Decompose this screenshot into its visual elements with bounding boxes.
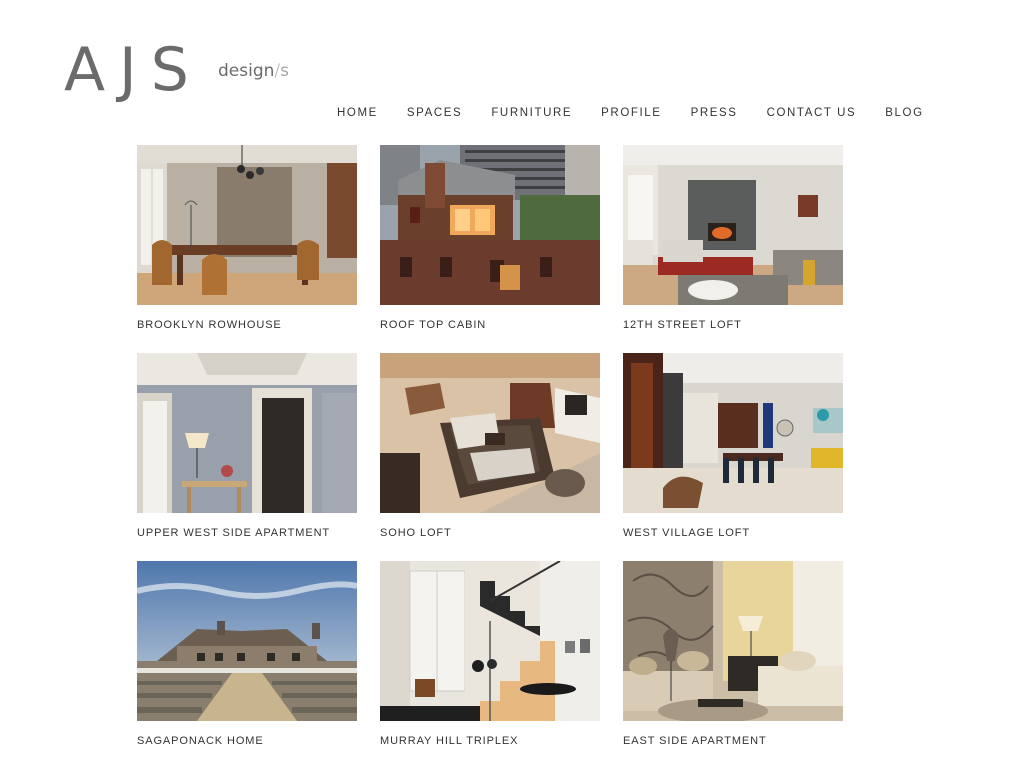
- project-tile[interactable]: EAST SIDE APARTMENT: [623, 561, 843, 747]
- project-title[interactable]: ROOF TOP CABIN: [380, 319, 600, 331]
- project-tile[interactable]: 12TH STREET LOFT: [623, 145, 843, 331]
- main-nav: HOME SPACES FURNITURE PROFILE PRESS CONT…: [337, 107, 953, 119]
- project-tile[interactable]: SAGAPONACK HOME: [137, 561, 357, 747]
- nav-profile[interactable]: PROFILE: [601, 107, 661, 119]
- project-image-murray-hill-triplex[interactable]: [380, 561, 600, 721]
- project-image-soho-loft[interactable]: [380, 353, 600, 513]
- project-tile[interactable]: MURRAY HILL TRIPLEX: [380, 561, 600, 747]
- nav-contact-us[interactable]: CONTACT US: [767, 107, 857, 119]
- project-image-west-village-loft[interactable]: [623, 353, 843, 513]
- project-title[interactable]: SOHO LOFT: [380, 527, 600, 539]
- nav-home[interactable]: HOME: [337, 107, 378, 119]
- project-title[interactable]: UPPER WEST SIDE APARTMENT: [137, 527, 357, 539]
- project-image-upper-west-side-apartment[interactable]: [137, 353, 357, 513]
- project-tile[interactable]: BROOKLYN ROWHOUSE: [137, 145, 357, 331]
- project-image-12th-street-loft[interactable]: [623, 145, 843, 305]
- project-image-brooklyn-rowhouse[interactable]: [137, 145, 357, 305]
- nav-press[interactable]: PRESS: [691, 107, 738, 119]
- project-tile[interactable]: ROOF TOP CABIN: [380, 145, 600, 331]
- project-title[interactable]: 12TH STREET LOFT: [623, 319, 843, 331]
- project-tile[interactable]: UPPER WEST SIDE APARTMENT: [137, 353, 357, 539]
- nav-furniture[interactable]: FURNITURE: [491, 107, 572, 119]
- project-title[interactable]: WEST VILLAGE LOFT: [623, 527, 843, 539]
- project-title[interactable]: EAST SIDE APARTMENT: [623, 735, 843, 747]
- nav-spaces[interactable]: SPACES: [407, 107, 462, 119]
- project-image-roof-top-cabin[interactable]: [380, 145, 600, 305]
- project-image-east-side-apartment[interactable]: [623, 561, 843, 721]
- project-title[interactable]: MURRAY HILL TRIPLEX: [380, 735, 600, 747]
- project-title[interactable]: SAGAPONACK HOME: [137, 735, 357, 747]
- project-tile[interactable]: WEST VILLAGE LOFT: [623, 353, 843, 539]
- project-tile[interactable]: SOHO LOFT: [380, 353, 600, 539]
- logo-wordmark: AJS: [64, 35, 203, 105]
- nav-blog[interactable]: BLOG: [885, 107, 923, 119]
- logo-tagline: design/s: [218, 61, 289, 81]
- project-title[interactable]: BROOKLYN ROWHOUSE: [137, 319, 357, 331]
- project-image-sagaponack-home[interactable]: [137, 561, 357, 721]
